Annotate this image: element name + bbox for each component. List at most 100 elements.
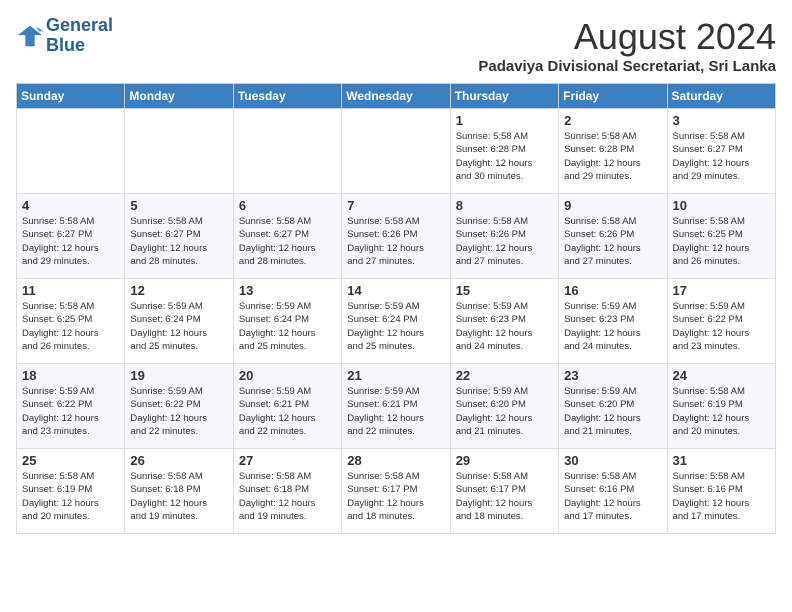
header-cell-thursday: Thursday — [450, 84, 558, 109]
day-cell: 23 Sunrise: 5:59 AM Sunset: 6:20 PM Dayli… — [559, 364, 667, 449]
day-info: Sunrise: 5:58 AM Sunset: 6:26 PM Dayligh… — [564, 215, 661, 268]
day-cell: 31Sunrise: 5:58 AM Sunset: 6:16 PM Dayli… — [667, 449, 775, 534]
day-cell: 7 Sunrise: 5:58 AM Sunset: 6:26 PM Daylig… — [342, 194, 450, 279]
day-number: 19 — [130, 368, 227, 383]
day-number: 23 — [564, 368, 661, 383]
day-cell — [17, 109, 125, 194]
header-row: SundayMondayTuesdayWednesdayThursdayFrid… — [17, 84, 776, 109]
day-cell: 18 Sunrise: 5:59 AM Sunset: 6:22 PM Dayli… — [17, 364, 125, 449]
day-info: Sunrise: 5:59 AM Sunset: 6:24 PM Dayligh… — [239, 300, 336, 353]
day-number: 29 — [456, 453, 553, 468]
day-cell: 4Sunrise: 5:58 AM Sunset: 6:27 PM Daylig… — [17, 194, 125, 279]
day-number: 20 — [239, 368, 336, 383]
day-info: Sunrise: 5:58 AM Sunset: 6:28 PM Dayligh… — [456, 130, 553, 183]
calendar-body: 1 Sunrise: 5:58 AM Sunset: 6:28 PM Daylig… — [17, 109, 776, 534]
day-info: Sunrise: 5:59 AM Sunset: 6:24 PM Dayligh… — [130, 300, 227, 353]
day-cell: 9 Sunrise: 5:58 AM Sunset: 6:26 PM Daylig… — [559, 194, 667, 279]
day-cell: 12 Sunrise: 5:59 AM Sunset: 6:24 PM Dayli… — [125, 279, 233, 364]
day-cell: 15 Sunrise: 5:59 AM Sunset: 6:23 PM Dayli… — [450, 279, 558, 364]
calendar-subtitle: Padaviya Divisional Secretariat, Sri Lan… — [478, 58, 776, 75]
day-number: 17 — [673, 283, 770, 298]
day-info: Sunrise: 5:58 AM Sunset: 6:26 PM Dayligh… — [347, 215, 444, 268]
day-number: 24 — [673, 368, 770, 383]
day-cell: 5Sunrise: 5:58 AM Sunset: 6:27 PM Daylig… — [125, 194, 233, 279]
logo-icon — [16, 22, 44, 50]
day-number: 5 — [130, 198, 227, 213]
day-number: 16 — [564, 283, 661, 298]
calendar-title: August 2024 — [478, 16, 776, 58]
day-cell: 25 Sunrise: 5:58 AM Sunset: 6:19 PM Dayli… — [17, 449, 125, 534]
day-info: Sunrise: 5:58 AM Sunset: 6:16 PM Dayligh… — [564, 470, 661, 523]
day-cell: 20 Sunrise: 5:59 AM Sunset: 6:21 PM Dayli… — [233, 364, 341, 449]
day-info: Sunrise: 5:59 AM Sunset: 6:23 PM Dayligh… — [564, 300, 661, 353]
day-cell: 13 Sunrise: 5:59 AM Sunset: 6:24 PM Dayli… — [233, 279, 341, 364]
day-info: Sunrise: 5:58 AM Sunset: 6:27 PM Dayligh… — [239, 215, 336, 268]
day-cell: 26 Sunrise: 5:58 AM Sunset: 6:18 PM Dayli… — [125, 449, 233, 534]
day-number: 12 — [130, 283, 227, 298]
day-number: 10 — [673, 198, 770, 213]
day-cell: 8Sunrise: 5:58 AM Sunset: 6:26 PM Daylig… — [450, 194, 558, 279]
day-info: Sunrise: 5:59 AM Sunset: 6:20 PM Dayligh… — [456, 385, 553, 438]
day-number: 11 — [22, 283, 119, 298]
day-number: 8 — [456, 198, 553, 213]
day-info: Sunrise: 5:58 AM Sunset: 6:18 PM Dayligh… — [239, 470, 336, 523]
day-cell: 19Sunrise: 5:59 AM Sunset: 6:22 PM Dayli… — [125, 364, 233, 449]
day-info: Sunrise: 5:59 AM Sunset: 6:24 PM Dayligh… — [347, 300, 444, 353]
day-cell: 1 Sunrise: 5:58 AM Sunset: 6:28 PM Daylig… — [450, 109, 558, 194]
day-number: 25 — [22, 453, 119, 468]
day-cell: 3Sunrise: 5:58 AM Sunset: 6:27 PM Daylig… — [667, 109, 775, 194]
day-info: Sunrise: 5:59 AM Sunset: 6:21 PM Dayligh… — [239, 385, 336, 438]
week-row-5: 25 Sunrise: 5:58 AM Sunset: 6:19 PM Dayli… — [17, 449, 776, 534]
day-number: 26 — [130, 453, 227, 468]
day-info: Sunrise: 5:58 AM Sunset: 6:25 PM Dayligh… — [22, 300, 119, 353]
day-number: 15 — [456, 283, 553, 298]
title-block: August 2024 Padaviya Divisional Secretar… — [478, 16, 776, 75]
day-info: Sunrise: 5:58 AM Sunset: 6:17 PM Dayligh… — [456, 470, 553, 523]
week-row-4: 18 Sunrise: 5:59 AM Sunset: 6:22 PM Dayli… — [17, 364, 776, 449]
calendar-header: SundayMondayTuesdayWednesdayThursdayFrid… — [17, 84, 776, 109]
week-row-1: 1 Sunrise: 5:58 AM Sunset: 6:28 PM Daylig… — [17, 109, 776, 194]
day-info: Sunrise: 5:58 AM Sunset: 6:19 PM Dayligh… — [22, 470, 119, 523]
header-cell-wednesday: Wednesday — [342, 84, 450, 109]
week-row-2: 4 Sunrise: 5:58 AM Sunset: 6:27 PM Daylig… — [17, 194, 776, 279]
day-number: 22 — [456, 368, 553, 383]
page-header: General Blue August 2024 Padaviya Divisi… — [16, 16, 776, 75]
day-info: Sunrise: 5:58 AM Sunset: 6:27 PM Dayligh… — [673, 130, 770, 183]
day-info: Sunrise: 5:59 AM Sunset: 6:22 PM Dayligh… — [673, 300, 770, 353]
day-cell: 21Sunrise: 5:59 AM Sunset: 6:21 PM Dayli… — [342, 364, 450, 449]
day-info: Sunrise: 5:58 AM Sunset: 6:19 PM Dayligh… — [673, 385, 770, 438]
day-number: 21 — [347, 368, 444, 383]
calendar-table: SundayMondayTuesdayWednesdayThursdayFrid… — [16, 83, 776, 534]
day-cell: 17 Sunrise: 5:59 AM Sunset: 6:22 PM Dayli… — [667, 279, 775, 364]
day-info: Sunrise: 5:59 AM Sunset: 6:22 PM Dayligh… — [22, 385, 119, 438]
day-info: Sunrise: 5:59 AM Sunset: 6:23 PM Dayligh… — [456, 300, 553, 353]
day-cell — [342, 109, 450, 194]
day-number: 9 — [564, 198, 661, 213]
header-cell-tuesday: Tuesday — [233, 84, 341, 109]
day-info: Sunrise: 5:59 AM Sunset: 6:20 PM Dayligh… — [564, 385, 661, 438]
day-cell: 28Sunrise: 5:58 AM Sunset: 6:17 PM Dayli… — [342, 449, 450, 534]
day-info: Sunrise: 5:58 AM Sunset: 6:25 PM Dayligh… — [673, 215, 770, 268]
day-number: 27 — [239, 453, 336, 468]
day-cell: 27 Sunrise: 5:58 AM Sunset: 6:18 PM Dayli… — [233, 449, 341, 534]
day-cell: 24 Sunrise: 5:58 AM Sunset: 6:19 PM Dayli… — [667, 364, 775, 449]
day-number: 7 — [347, 198, 444, 213]
day-cell: 2Sunrise: 5:58 AM Sunset: 6:28 PM Daylig… — [559, 109, 667, 194]
day-cell: 11 Sunrise: 5:58 AM Sunset: 6:25 PM Dayli… — [17, 279, 125, 364]
day-number: 18 — [22, 368, 119, 383]
day-info: Sunrise: 5:58 AM Sunset: 6:18 PM Dayligh… — [130, 470, 227, 523]
day-number: 13 — [239, 283, 336, 298]
day-number: 31 — [673, 453, 770, 468]
logo: General Blue — [16, 16, 113, 56]
day-number: 14 — [347, 283, 444, 298]
header-cell-friday: Friday — [559, 84, 667, 109]
day-cell: 10 Sunrise: 5:58 AM Sunset: 6:25 PM Dayli… — [667, 194, 775, 279]
day-info: Sunrise: 5:58 AM Sunset: 6:28 PM Dayligh… — [564, 130, 661, 183]
day-number: 4 — [22, 198, 119, 213]
logo-line2: Blue — [46, 36, 113, 56]
day-number: 1 — [456, 113, 553, 128]
header-cell-sunday: Sunday — [17, 84, 125, 109]
logo-line1: General — [46, 16, 113, 36]
day-cell: 14 Sunrise: 5:59 AM Sunset: 6:24 PM Dayli… — [342, 279, 450, 364]
day-cell: 29 Sunrise: 5:58 AM Sunset: 6:17 PM Dayli… — [450, 449, 558, 534]
